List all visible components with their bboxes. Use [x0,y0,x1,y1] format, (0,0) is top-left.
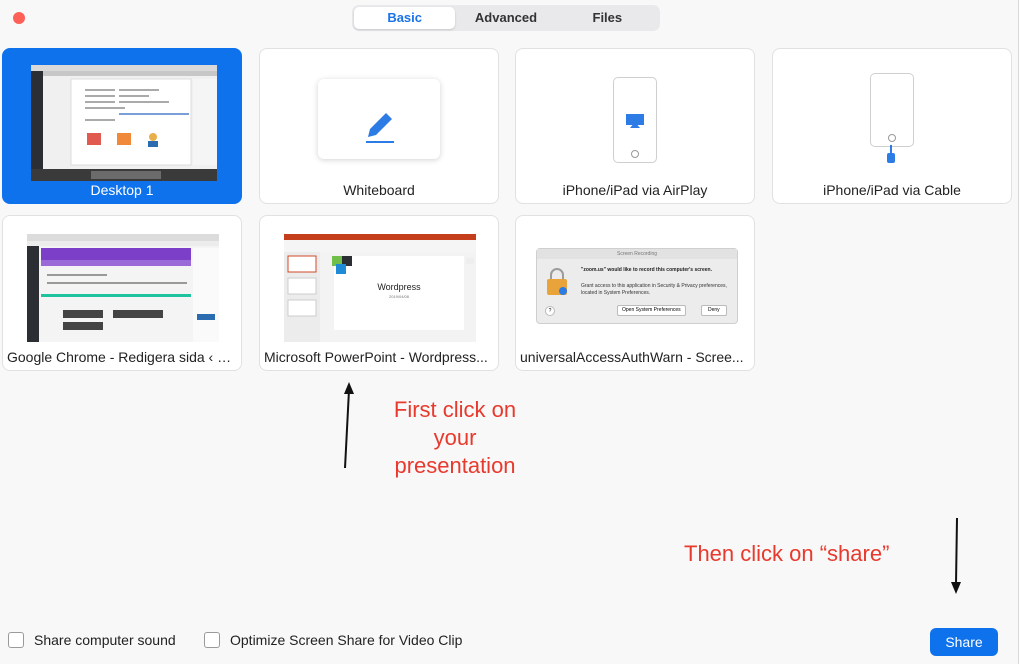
share-button[interactable]: Share [930,628,998,656]
lock-icon [547,268,567,295]
slide-title: Wordpress [377,282,421,292]
tab-files[interactable]: Files [557,7,658,29]
help-icon: ? [545,306,555,316]
tile-cable[interactable]: iPhone/iPad via Cable [772,48,1012,204]
open-system-preferences-button: Open System Preferences [617,305,686,316]
tile-desktop-1[interactable]: Desktop 1 [2,48,242,204]
checkbox-box[interactable] [204,632,220,648]
tile-label: universalAccessAuthWarn - Scree... [520,349,744,365]
chrome-thumbnail [27,234,219,342]
checkbox-box[interactable] [8,632,24,648]
dialog-title: "zoom.us" would like to record this comp… [581,267,712,273]
arrow-up-annotation [344,382,354,469]
tile-powerpoint[interactable]: Wordpress 2019/04/08 Microsoft PowerPoin… [259,215,499,371]
share-screen-window: Basic Advanced Files Desktop 1 Whiteboar… [0,0,1019,664]
tile-auth-warn[interactable]: Screen Recording "zoom.us" would like to… [515,215,755,371]
powerpoint-thumbnail: Wordpress 2019/04/08 [284,234,476,342]
slide-date: 2019/04/08 [388,294,410,299]
arrow-down-annotation [951,517,961,594]
tile-label: Desktop 1 [90,182,154,198]
share-sound-label: Share computer sound [34,632,176,648]
tile-label: Whiteboard [343,182,415,198]
optimize-video-checkbox[interactable]: Optimize Screen Share for Video Clip [204,632,462,648]
tile-label: Microsoft PowerPoint - Wordpress... [264,349,488,365]
optimize-video-label: Optimize Screen Share for Video Clip [230,632,463,648]
tile-label: Google Chrome - Redigera sida ‹ S... [7,349,239,365]
airplay-icon [626,114,644,128]
dialog-body: Grant access to this application in Secu… [581,283,727,296]
whiteboard-card [318,79,440,159]
share-sound-checkbox[interactable]: Share computer sound [8,632,176,648]
pencil-icon [366,113,394,143]
phone-outline [870,73,914,147]
close-window-button[interactable] [13,12,25,24]
tab-bar: Basic Advanced Files [352,5,660,31]
deny-button: Deny [701,305,727,316]
tile-google-chrome[interactable]: Google Chrome - Redigera sida ‹ S... [2,215,242,371]
tile-label: iPhone/iPad via Cable [823,182,961,198]
tab-advanced[interactable]: Advanced [455,7,556,29]
screen-recording-dialog: Screen Recording "zoom.us" would like to… [536,248,738,324]
footer-bar: Share computer sound Optimize Screen Sha… [0,622,1018,664]
cable-icon [887,145,895,163]
annotation-line-2: your [433,425,477,450]
tab-basic[interactable]: Basic [354,7,456,29]
tile-label: iPhone/iPad via AirPlay [562,182,708,198]
phone-outline [613,77,657,163]
first-click-annotation: First click on your presentation [380,396,530,480]
dialog-header: Screen Recording [537,249,737,259]
tile-whiteboard[interactable]: Whiteboard [259,48,499,204]
annotation-line-3: presentation [394,453,516,478]
tile-airplay[interactable]: iPhone/iPad via AirPlay [515,48,755,204]
desktop-thumbnail [31,65,217,181]
then-click-annotation: Then click on “share” [684,541,890,566]
annotation-line-1: First click on [393,397,517,422]
